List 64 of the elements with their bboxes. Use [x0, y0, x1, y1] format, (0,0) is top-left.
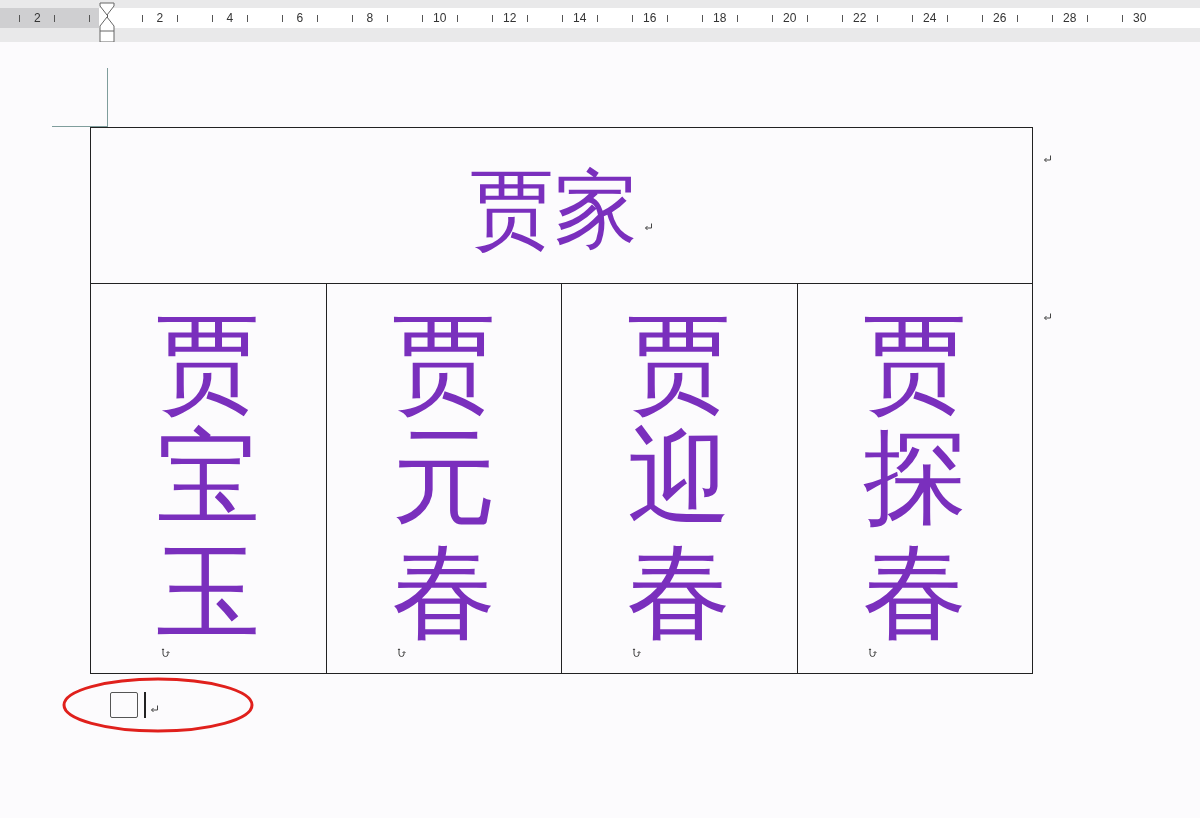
text-cursor	[144, 692, 146, 718]
ruler-tick	[1016, 14, 1018, 22]
vertical-name: 贾迎春	[627, 306, 732, 650]
ruler-tick	[211, 14, 213, 22]
ruler-tick	[1051, 14, 1053, 22]
ruler-tick	[771, 14, 773, 22]
ruler-tick	[456, 14, 458, 22]
cell-end-mark-icon	[161, 648, 171, 659]
ruler-tick	[876, 14, 878, 22]
ruler-tick	[841, 14, 843, 22]
ruler-tick	[351, 14, 353, 22]
ruler-tick	[246, 14, 248, 22]
ruler-number: 20	[783, 11, 797, 25]
header-title: 贾家	[470, 159, 638, 260]
ruler-tick	[386, 14, 388, 22]
ruler-number: 2	[156, 11, 164, 25]
ruler-tick	[281, 14, 283, 22]
ruler-number: 28	[1063, 11, 1077, 25]
ruler-tick	[491, 14, 493, 22]
ruler-tick	[596, 14, 598, 22]
ruler-number: 26	[993, 11, 1007, 25]
vertical-name: 贾探春	[862, 306, 967, 650]
ruler-number: 6	[296, 11, 304, 25]
ruler-tick	[54, 14, 56, 22]
ruler-tick	[1086, 14, 1088, 22]
ruler-tick	[701, 14, 703, 22]
ruler-tick	[981, 14, 983, 22]
ruler-tick	[1121, 14, 1123, 22]
ruler-number: 22	[853, 11, 867, 25]
cell-end-mark-icon	[396, 648, 406, 659]
paragraph-mark-icon	[150, 704, 159, 714]
ruler-number: 16	[643, 11, 657, 25]
ruler-tick	[89, 14, 91, 22]
ruler-number: 18	[713, 11, 727, 25]
cell-end-mark-icon	[632, 648, 642, 659]
indent-marker-icon[interactable]	[98, 2, 116, 42]
cell-end-mark-icon	[867, 648, 877, 659]
paragraph-mark-icon	[644, 222, 653, 232]
ruler-number: 8	[366, 11, 374, 25]
ruler-tick	[806, 14, 808, 22]
empty-square-icon	[110, 692, 138, 718]
vertical-name: 贾元春	[391, 306, 496, 650]
ruler-number: 12	[503, 11, 517, 25]
ruler-number: 30	[1133, 11, 1147, 25]
ruler-tick	[19, 14, 21, 22]
ruler-tick	[631, 14, 633, 22]
ruler-tick	[421, 14, 423, 22]
ruler-number: 10	[433, 11, 447, 25]
ruler-number: 24	[923, 11, 937, 25]
vertical-name: 贾宝玉	[156, 306, 261, 650]
ruler-tick	[526, 14, 528, 22]
ruler-number: 14	[573, 11, 587, 25]
paragraph-mark-icon	[1043, 313, 1052, 322]
ruler-number: 2	[33, 11, 41, 25]
ruler-tick	[316, 14, 318, 22]
ruler-tick	[176, 14, 178, 22]
paragraph-mark-icon	[1043, 155, 1052, 164]
ruler-number: 4	[226, 11, 234, 25]
ruler-tick	[946, 14, 948, 22]
ruler-tick	[911, 14, 913, 22]
ruler-tick	[736, 14, 738, 22]
ruler-tick	[141, 14, 143, 22]
ruler-tick	[666, 14, 668, 22]
ruler-tick	[561, 14, 563, 22]
